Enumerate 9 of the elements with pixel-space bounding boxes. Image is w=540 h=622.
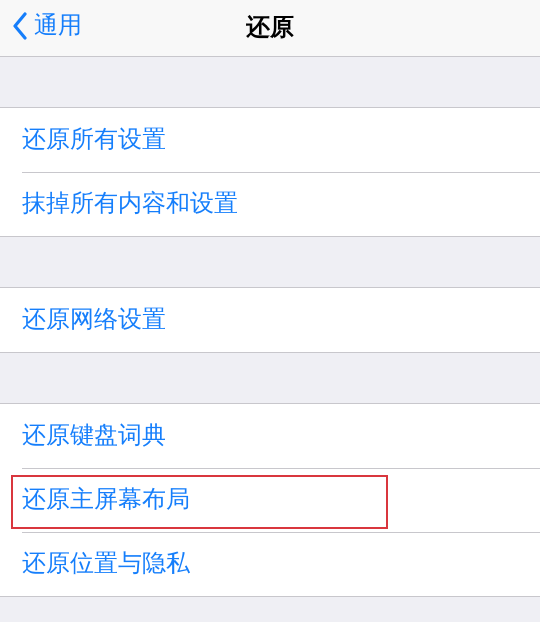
reset-option[interactable]: 还原所有设置: [0, 108, 540, 172]
page-title: 还原: [246, 13, 294, 43]
back-button[interactable]: 通用: [12, 8, 82, 44]
reset-option[interactable]: 还原位置与隐私: [0, 532, 540, 596]
reset-option[interactable]: 还原网络设置: [0, 288, 540, 352]
reset-option[interactable]: 还原键盘词典: [0, 404, 540, 468]
reset-option[interactable]: 还原主屏幕布局: [0, 468, 540, 532]
chevron-left-icon: [12, 12, 28, 40]
reset-option[interactable]: 抹掉所有内容和设置: [0, 172, 540, 236]
